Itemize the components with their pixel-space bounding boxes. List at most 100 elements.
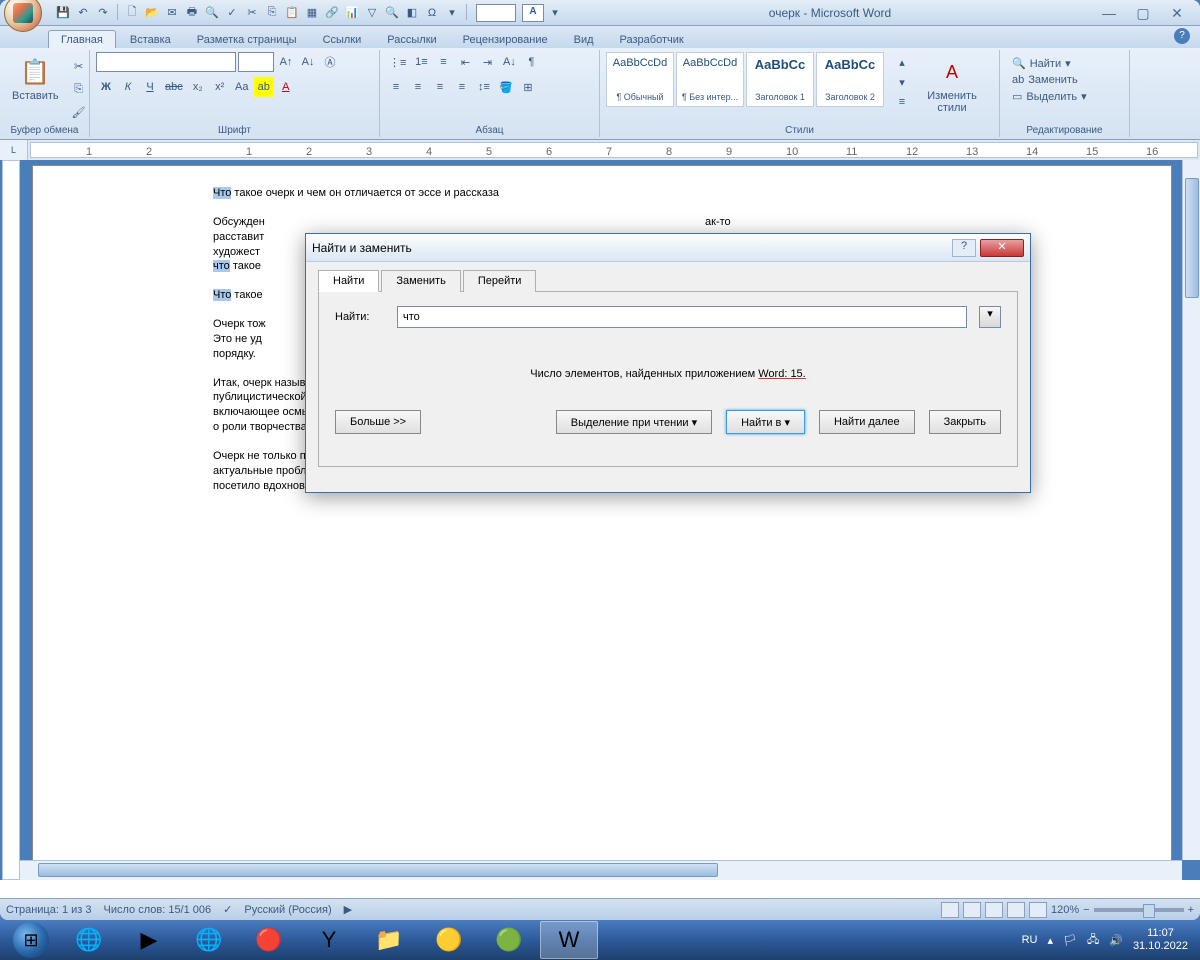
tab-home[interactable]: Главная [48, 30, 116, 48]
align-center-button[interactable]: ≡ [408, 77, 428, 97]
start-button[interactable]: ⊞ [4, 920, 58, 960]
paste-button[interactable]: 📋 Вставить [6, 52, 65, 106]
gallery-more-icon[interactable]: ≡ [892, 92, 912, 112]
cut-button[interactable]: ✂ [69, 56, 89, 76]
indent-dec-button[interactable]: ⇤ [455, 52, 475, 72]
dialog-tab-replace[interactable]: Заменить [381, 270, 460, 292]
dialog-tab-goto[interactable]: Перейти [463, 270, 537, 292]
cut-icon[interactable]: ✂ [243, 4, 261, 22]
tab-view[interactable]: Вид [562, 31, 606, 48]
help-button[interactable]: ? [1174, 28, 1190, 44]
paste-icon[interactable]: 📋 [283, 4, 301, 22]
change-case-button[interactable]: Aa [232, 77, 252, 97]
yandex-disk-button[interactable]: 🟡 [420, 921, 478, 959]
language-indicator[interactable]: RU [1022, 934, 1038, 946]
justify-button[interactable]: ≡ [452, 77, 472, 97]
font-color-button[interactable]: A [276, 77, 296, 97]
print-icon[interactable]: 🖶 [183, 4, 201, 22]
format-painter-button[interactable]: 🖌 [69, 102, 89, 122]
italic-button[interactable]: К [118, 77, 138, 97]
align-left-button[interactable]: ≡ [386, 77, 406, 97]
vertical-ruler[interactable] [2, 160, 20, 880]
table-icon[interactable]: ▦ [303, 4, 321, 22]
hyperlink-icon[interactable]: 🔗 [323, 4, 341, 22]
scroll-thumb[interactable] [1185, 178, 1199, 298]
preview-icon[interactable]: 🔍 [203, 4, 221, 22]
superscript-button[interactable]: x² [210, 77, 230, 97]
tray-up-icon[interactable]: ▴ [1047, 934, 1053, 947]
page-status[interactable]: Страница: 1 из 3 [6, 904, 92, 916]
show-marks-button[interactable]: ¶ [521, 52, 541, 72]
horizontal-scrollbar[interactable] [20, 860, 1182, 880]
macro-icon[interactable]: ▶ [344, 903, 352, 916]
close-button[interactable]: Закрыть [929, 410, 1001, 434]
view-web-button[interactable] [985, 902, 1003, 918]
find-input[interactable] [397, 306, 967, 328]
subscript-button[interactable]: x₂ [188, 77, 208, 97]
explorer-button[interactable]: 📁 [360, 921, 418, 959]
strike-button[interactable]: abc [162, 77, 186, 97]
find-next-button[interactable]: Найти далее [819, 410, 915, 434]
view-draft-button[interactable] [1029, 902, 1047, 918]
save-icon[interactable]: 💾 [54, 4, 72, 22]
tab-review[interactable]: Рецензирование [451, 31, 560, 48]
copy-button[interactable]: ⎘ [69, 79, 89, 99]
tab-developer[interactable]: Разработчик [608, 31, 696, 48]
numbering-button[interactable]: 1≡ [411, 52, 431, 72]
close-button[interactable]: ✕ [1164, 5, 1190, 21]
maximize-button[interactable]: ▢ [1130, 5, 1156, 21]
opera-button[interactable]: 🔴 [240, 921, 298, 959]
underline-button[interactable]: Ч [140, 77, 160, 97]
zoom-level[interactable]: 120% [1051, 904, 1079, 916]
flag-icon[interactable]: 🏳 [1063, 934, 1077, 947]
scroll-thumb[interactable] [38, 863, 718, 877]
indent-inc-button[interactable]: ⇥ [477, 52, 497, 72]
mail-icon[interactable]: ✉ [163, 4, 181, 22]
view-print-button[interactable] [941, 902, 959, 918]
font-size-input[interactable] [238, 52, 274, 72]
style-heading2[interactable]: AaBbCcЗаголовок 2 [816, 52, 884, 107]
line-spacing-button[interactable]: ↕≡ [474, 77, 494, 97]
grow-font-icon[interactable]: A↑ [276, 52, 296, 72]
gallery-down-icon[interactable]: ▾ [892, 72, 912, 92]
borders-button[interactable]: ⊞ [518, 77, 538, 97]
clock[interactable]: 11:07 31.10.2022 [1133, 927, 1188, 953]
select-button[interactable]: ▭Выделить ▾ [1010, 89, 1119, 104]
ie-button[interactable]: 🌐 [60, 921, 118, 959]
filter-icon[interactable]: ▽ [363, 4, 381, 22]
highlight-button[interactable]: ab [254, 77, 274, 97]
vertical-scrollbar[interactable] [1182, 160, 1200, 860]
dialog-help-button[interactable]: ? [952, 239, 976, 257]
new-icon[interactable]: 🗋 [123, 4, 141, 22]
yandex-button[interactable]: Y [300, 921, 358, 959]
network-icon[interactable]: 🖧 [1087, 931, 1099, 950]
word-count-status[interactable]: Число слов: 15/1 006 [104, 904, 212, 916]
highlight-reading-button[interactable]: Выделение при чтении ▾ [556, 410, 712, 434]
spell-icon[interactable]: ✓ [223, 4, 241, 22]
app-button[interactable]: 🟢 [480, 921, 538, 959]
sort-button[interactable]: A↓ [499, 52, 519, 72]
copy-icon[interactable]: ⎘ [263, 4, 281, 22]
clear-format-icon[interactable]: Ⓐ [320, 52, 340, 72]
tab-layout[interactable]: Разметка страницы [185, 31, 309, 48]
minimize-button[interactable]: — [1096, 5, 1122, 21]
zoom-slider[interactable] [1094, 908, 1184, 912]
tab-mailings[interactable]: Рассылки [375, 31, 448, 48]
font-color-icon[interactable]: A [522, 4, 544, 22]
open-icon[interactable]: 📂 [143, 4, 161, 22]
font-box[interactable] [476, 4, 516, 22]
style-normal[interactable]: AaBbCcDd¶ Обычный [606, 52, 674, 107]
find-button[interactable]: 🔍Найти ▾ [1010, 56, 1119, 71]
zoom-icon[interactable]: 🔍 [383, 4, 401, 22]
smartart-icon[interactable]: ◧ [403, 4, 421, 22]
shrink-font-icon[interactable]: A↓ [298, 52, 318, 72]
style-heading1[interactable]: AaBbCcЗаголовок 1 [746, 52, 814, 107]
font-name-input[interactable] [96, 52, 236, 72]
horizontal-ruler[interactable]: 1212345678910111213141516 [30, 142, 1198, 158]
align-right-button[interactable]: ≡ [430, 77, 450, 97]
ie-button-2[interactable]: 🌐 [180, 921, 238, 959]
view-read-button[interactable] [963, 902, 981, 918]
shading-button[interactable]: 🪣 [496, 77, 516, 97]
replace-button[interactable]: abЗаменить [1010, 73, 1119, 87]
undo-icon[interactable]: ↶ [74, 4, 92, 22]
